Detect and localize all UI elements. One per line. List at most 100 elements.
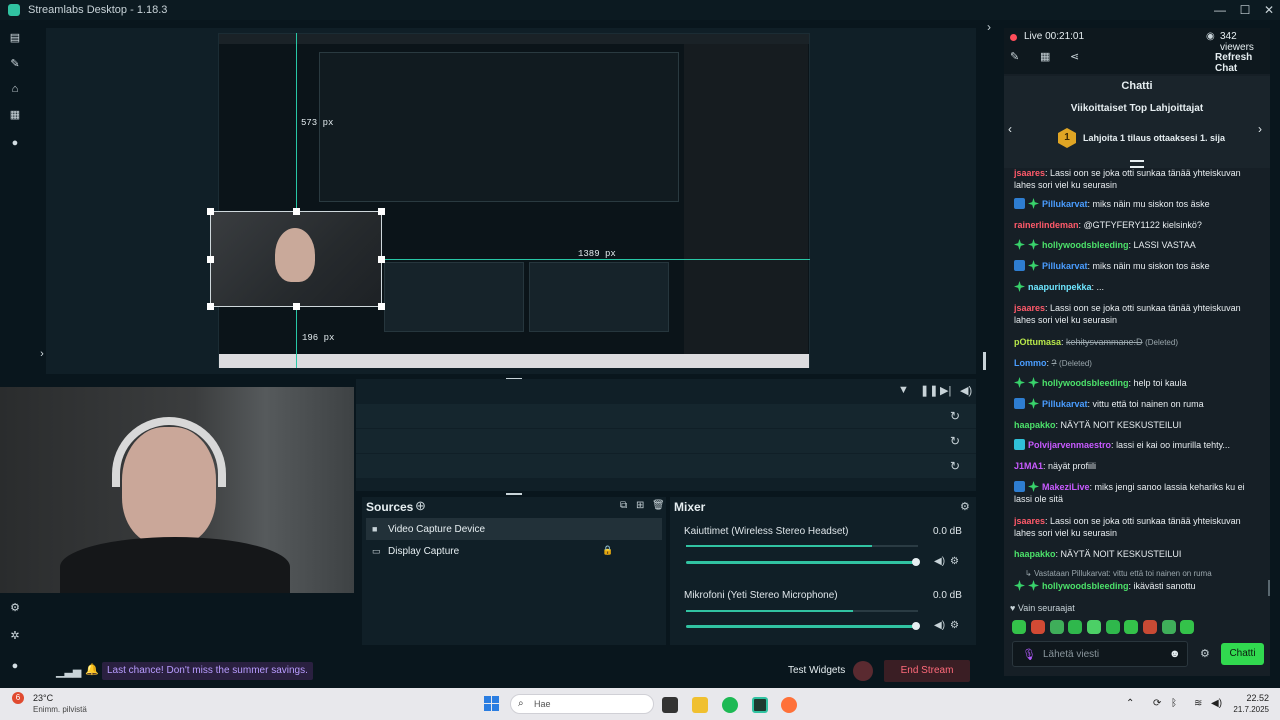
chat-message[interactable]: rainerlindeman: @GTFYFERY1122 kielsinkö? [1014, 219, 1264, 231]
chat-username[interactable]: Pillukarvat [1042, 399, 1088, 409]
stats-icon[interactable]: ▁▃▅ [56, 665, 81, 678]
taskbar-search[interactable]: ⌕ Hae [510, 694, 654, 714]
chat-username[interactable]: Polvijarvenmaestro [1028, 440, 1111, 450]
chat-message[interactable]: hollywoodsbleeding: ikävästi sanottu [1014, 580, 1264, 592]
volume-slider[interactable] [686, 561, 916, 564]
file-explorer-icon[interactable] [692, 697, 708, 713]
themes-icon[interactable]: ✎ [9, 58, 21, 70]
channel-settings-icon[interactable]: ⚙ [950, 620, 959, 631]
emoji-icon[interactable]: ☻ [1169, 648, 1181, 660]
weather-temp[interactable]: 23°C [33, 693, 53, 703]
refresh-icon[interactable]: ↻ [950, 409, 960, 423]
resize-handle[interactable] [378, 208, 385, 215]
update-icon[interactable]: ⟳ [1153, 698, 1161, 709]
chat-message[interactable]: Lommo: ? (Deleted) [1014, 357, 1264, 370]
wifi-icon[interactable]: ≋ [1194, 698, 1202, 709]
volume-icon[interactable]: ◀) [960, 384, 972, 397]
widgets-icon[interactable]: ▦ [9, 109, 21, 121]
refresh-icon[interactable]: ↻ [950, 434, 960, 448]
tray-chevron-icon[interactable]: ⌃ [1126, 698, 1134, 709]
emote-icon[interactable] [1106, 620, 1120, 634]
chat-username[interactable]: jsaares [1014, 516, 1045, 526]
chat-username[interactable]: hollywoodsbleeding [1042, 378, 1129, 388]
emote-icon[interactable] [1087, 620, 1101, 634]
record-icon[interactable]: ● [9, 137, 21, 149]
filter-icon[interactable]: ▼ [898, 384, 909, 396]
chat-message[interactable]: hollywoodsbleeding: help toi kaula [1014, 377, 1264, 389]
chat-message[interactable]: MakeziLive: miks jengi sanoo lassia keha… [1014, 481, 1264, 505]
emote-icon[interactable] [1050, 620, 1064, 634]
refresh-icon[interactable]: ↻ [950, 459, 960, 473]
chat-message[interactable]: naapurinpekka: ... [1014, 281, 1264, 293]
chat-scrollbar[interactable] [1268, 580, 1270, 596]
send-chat-button[interactable]: Chatti [1221, 643, 1264, 665]
source-item[interactable]: ▭ Display Capture 🔒 [366, 540, 662, 562]
refresh-chat-button[interactable]: Refresh Chat [1215, 52, 1270, 74]
streamlabs-icon[interactable] [752, 697, 768, 713]
edit-icon[interactable]: ✎ [1010, 50, 1019, 63]
chat-username[interactable]: Lommo [1014, 358, 1047, 368]
resize-divider[interactable] [983, 352, 986, 370]
chat-message[interactable]: jsaares: Lassi oon se joka otti sunkaa t… [1014, 302, 1264, 326]
lock-icon[interactable]: 🔒 [602, 545, 613, 556]
promo-banner[interactable]: Last chance! Don't miss the summer savin… [102, 662, 313, 680]
chat-message[interactable]: jsaares: Lassi oon se joka otti sunkaa t… [1014, 515, 1264, 539]
drag-handle[interactable] [506, 493, 522, 495]
chat-username[interactable]: hollywoodsbleeding [1042, 581, 1129, 591]
start-icon[interactable] [484, 696, 500, 712]
chat-username[interactable]: MakeziLive [1042, 482, 1090, 492]
chat-username[interactable]: haapakko [1014, 549, 1056, 559]
speaker-tray-icon[interactable]: ◀) [1211, 698, 1222, 709]
selected-source-box[interactable] [207, 208, 385, 310]
emote-icon[interactable] [1180, 620, 1194, 634]
layout-icon[interactable]: ⚙ [9, 602, 21, 614]
folder-icon[interactable]: ⧉ [620, 500, 627, 511]
chat-username[interactable]: jsaares [1014, 303, 1045, 313]
settings-icon[interactable]: ✲ [9, 630, 21, 642]
resize-handle[interactable] [207, 208, 214, 215]
scene-row[interactable]: ↻ [356, 429, 976, 453]
emote-icon[interactable] [1031, 620, 1045, 634]
maximize-icon[interactable]: ☐ [1238, 3, 1252, 17]
spotify-icon[interactable] [722, 697, 738, 713]
next-chevron-icon[interactable]: › [1258, 122, 1262, 136]
speaker-icon[interactable]: ◀) [934, 620, 945, 631]
prev-chevron-icon[interactable]: ‹ [1008, 122, 1012, 136]
resize-handle[interactable] [293, 208, 300, 215]
volume-knob[interactable] [912, 558, 920, 566]
volume-slider[interactable] [686, 625, 916, 628]
scene-row[interactable]: ↻ [356, 404, 976, 428]
resize-handle[interactable] [378, 303, 385, 310]
channel-settings-icon[interactable]: ⚙ [950, 556, 959, 567]
mixer-settings-icon[interactable]: ⚙ [960, 500, 970, 513]
microphone-icon[interactable]: 🎙 [1022, 648, 1036, 661]
chat-message[interactable]: Pillukarvat: miks näin mu siskon tos äsk… [1014, 198, 1264, 210]
end-stream-button[interactable]: End Stream [884, 660, 970, 682]
chat-input[interactable]: 🎙 Lähetä viesti ☻ [1012, 641, 1188, 667]
test-widgets-toggle[interactable] [853, 661, 873, 681]
chat-username[interactable]: jsaares [1014, 168, 1045, 178]
chat-username[interactable]: rainerlindeman [1014, 220, 1079, 230]
chat-message[interactable]: haapakko: NÄYTÄ NOIT KESKUSTEILUI [1014, 548, 1264, 560]
firefox-icon[interactable] [781, 697, 797, 713]
test-widgets-button[interactable]: Test Widgets [788, 665, 845, 676]
chat-message[interactable]: pOttumasa: kehitysvammane:D (Deleted) [1014, 336, 1264, 349]
chat-message[interactable]: Polvijarvenmaestro: lassi ei kai oo imur… [1014, 439, 1264, 451]
emote-icon[interactable] [1068, 620, 1082, 634]
skip-icon[interactable]: ▶| [940, 384, 951, 397]
volume-knob[interactable] [912, 622, 920, 630]
close-icon[interactable]: ✕ [1262, 3, 1276, 17]
chat-username[interactable]: Pillukarvat [1042, 261, 1088, 271]
chat-message[interactable]: Pillukarvat: vittu että toi nainen on ru… [1014, 398, 1264, 410]
stream-preview[interactable] [218, 33, 810, 368]
clock-time[interactable]: 22.52 [1231, 693, 1269, 703]
resize-handle[interactable] [207, 303, 214, 310]
emote-icon[interactable] [1124, 620, 1138, 634]
minimize-icon[interactable]: — [1213, 3, 1227, 17]
resize-handle[interactable] [207, 256, 214, 263]
resize-handle[interactable] [378, 256, 385, 263]
chat-username[interactable]: Pillukarvat [1042, 199, 1088, 209]
chat-message[interactable]: jsaares: Lassi oon se joka otti sunkaa t… [1014, 167, 1264, 191]
chat-username[interactable]: naapurinpekka [1028, 282, 1092, 292]
chat-settings-icon[interactable]: ⚙ [1200, 647, 1210, 660]
